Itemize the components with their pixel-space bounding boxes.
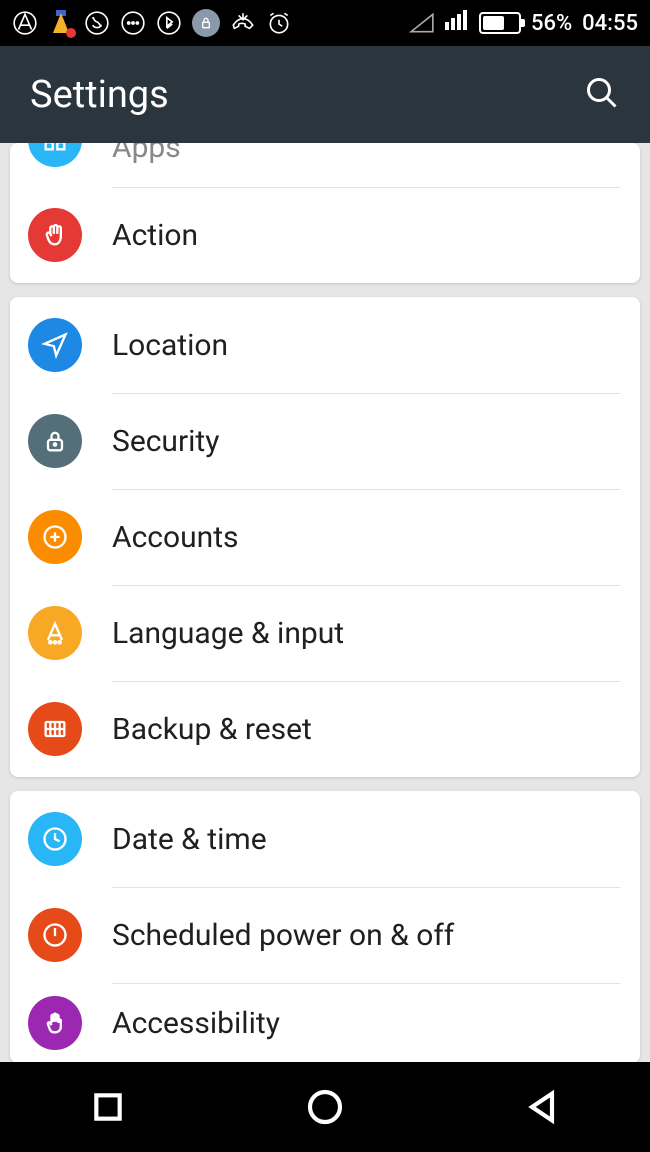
settings-group-2: Location Security Accounts Language & in…: [10, 297, 640, 777]
settings-item-security[interactable]: Security: [10, 393, 640, 489]
signal-triangle-icon: [409, 10, 435, 36]
settings-item-accessibility[interactable]: Accessibility: [10, 983, 640, 1062]
location-icon: [28, 318, 82, 372]
settings-item-apps[interactable]: Apps: [10, 143, 640, 187]
status-right: 56% 04:55: [409, 10, 638, 36]
clock-icon: [28, 812, 82, 866]
recent-apps-button[interactable]: [18, 1077, 198, 1137]
app-icon-1: [12, 10, 38, 36]
settings-item-label: Backup & reset: [112, 712, 312, 747]
back-button[interactable]: [452, 1077, 632, 1137]
settings-item-label: Accessibility: [112, 1006, 280, 1041]
bluetooth-icon: [156, 10, 182, 36]
language-icon: [28, 606, 82, 660]
backup-icon: [28, 702, 82, 756]
settings-item-accounts[interactable]: Accounts: [10, 489, 640, 585]
settings-item-scheduled-power[interactable]: Scheduled power on & off: [10, 887, 640, 983]
whatsapp-icon: [84, 10, 110, 36]
page-title: Settings: [30, 73, 169, 117]
settings-item-label: Language & input: [112, 616, 344, 651]
settings-item-label: Accounts: [112, 520, 239, 555]
status-bar: 56% 04:55: [0, 0, 650, 46]
navigation-bar: [0, 1062, 650, 1152]
settings-item-label: Apps: [112, 143, 181, 165]
hand-icon: [28, 208, 82, 262]
triangle-back-icon: [522, 1087, 562, 1127]
settings-item-backup[interactable]: Backup & reset: [10, 681, 640, 777]
settings-item-label: Date & time: [112, 822, 267, 857]
power-icon: [28, 908, 82, 962]
circle-icon: [305, 1087, 345, 1127]
search-icon: [584, 75, 620, 111]
square-icon: [88, 1087, 128, 1127]
settings-group-3: Date & time Scheduled power on & off Acc…: [10, 791, 640, 1062]
app-header: Settings: [0, 46, 650, 143]
missed-call-icon: [230, 10, 256, 36]
settings-list[interactable]: Apps Action Location Security: [0, 143, 650, 1062]
signal-bars-icon: [445, 10, 469, 36]
search-button[interactable]: [584, 75, 620, 115]
settings-item-label: Action: [112, 218, 198, 253]
status-left-icons: [12, 9, 292, 37]
battery-percent: 56%: [531, 11, 572, 36]
home-button[interactable]: [235, 1077, 415, 1137]
battery-icon: [479, 12, 521, 34]
settings-item-label: Security: [112, 424, 219, 459]
settings-item-label: Location: [112, 328, 228, 363]
settings-item-datetime[interactable]: Date & time: [10, 791, 640, 887]
cleaner-icon: [48, 10, 74, 36]
messages-icon: [120, 10, 146, 36]
settings-group-1: Apps Action: [10, 143, 640, 283]
settings-item-location[interactable]: Location: [10, 297, 640, 393]
clock-time: 04:55: [582, 11, 638, 36]
apps-icon: [28, 143, 82, 167]
plus-circle-icon: [28, 510, 82, 564]
lock-icon: [28, 414, 82, 468]
alarm-icon: [266, 10, 292, 36]
accessibility-icon: [28, 996, 82, 1050]
lock-status-icon: [192, 9, 220, 37]
settings-item-action[interactable]: Action: [10, 187, 640, 283]
settings-item-label: Scheduled power on & off: [112, 918, 454, 953]
settings-item-language[interactable]: Language & input: [10, 585, 640, 681]
